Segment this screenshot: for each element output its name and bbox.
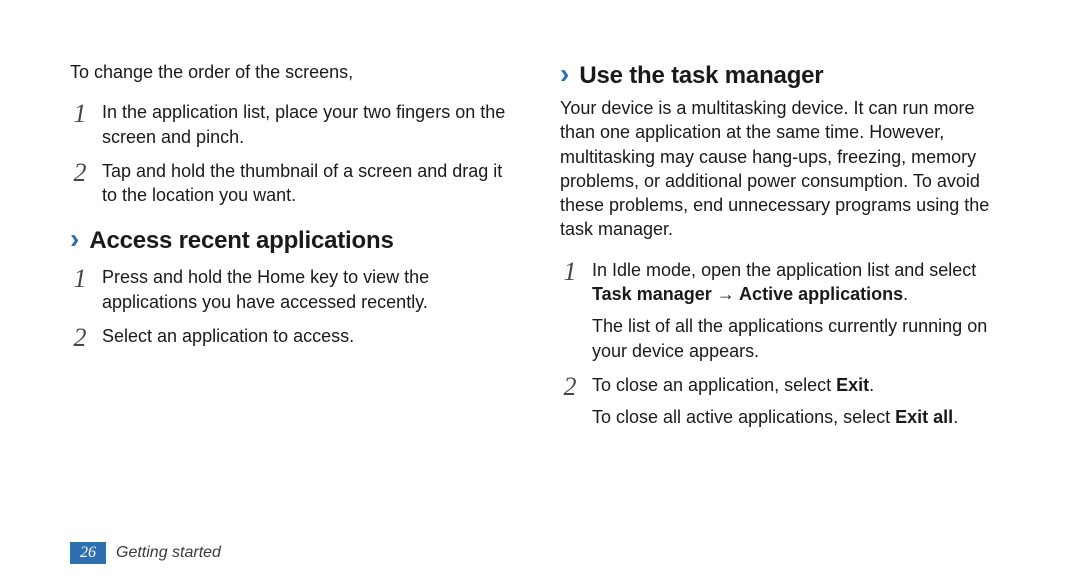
text-run: To close an application, select	[592, 375, 836, 395]
step-text: Press and hold the Home key to view the …	[102, 265, 520, 314]
step-text: Tap and hold the thumbnail of a screen a…	[102, 159, 520, 208]
step-item: Select an application to access.	[70, 324, 520, 353]
right-column: › Use the task manager Your device is a …	[560, 60, 1010, 440]
text-run: .	[903, 284, 908, 304]
text-run: .	[953, 407, 958, 427]
step-item: Tap and hold the thumbnail of a screen a…	[70, 159, 520, 208]
chevron-right-icon: ›	[560, 60, 569, 88]
section-heading-access-recent: › Access recent applications	[70, 225, 520, 255]
step-text: To close an application, select Exit. To…	[592, 373, 1010, 430]
step-item: To close an application, select Exit. To…	[560, 373, 1010, 430]
left-column: To change the order of the screens, In t…	[70, 60, 520, 440]
step-item: In Idle mode, open the application list …	[560, 258, 1010, 363]
access-recent-steps: Press and hold the Home key to view the …	[70, 265, 520, 352]
text-bold: Exit	[836, 375, 869, 395]
page-number: 26	[70, 542, 106, 564]
text-line: The list of all the applications current…	[592, 314, 1010, 363]
chevron-right-icon: ›	[70, 225, 79, 253]
heading-text: Use the task manager	[579, 62, 823, 90]
section-label: Getting started	[106, 542, 231, 564]
page-content: To change the order of the screens, In t…	[0, 0, 1080, 440]
step-item: In the application list, place your two …	[70, 100, 520, 149]
text-run: .	[869, 375, 874, 395]
task-manager-steps: In Idle mode, open the application list …	[560, 258, 1010, 430]
task-manager-intro: Your device is a multitasking device. It…	[560, 96, 1010, 242]
page-footer: 26 Getting started	[70, 542, 231, 564]
section-heading-task-manager: › Use the task manager	[560, 60, 1010, 90]
heading-text: Access recent applications	[89, 227, 393, 255]
step-item: Press and hold the Home key to view the …	[70, 265, 520, 314]
text-run: To close all active applications, select	[592, 407, 895, 427]
text-run: In Idle mode, open the application list …	[592, 260, 976, 280]
step-text: In the application list, place your two …	[102, 100, 520, 149]
step-text: In Idle mode, open the application list …	[592, 258, 1010, 363]
text-bold: Task manager → Active applications	[592, 284, 903, 304]
step-text: Select an application to access.	[102, 324, 520, 348]
reorder-steps: In the application list, place your two …	[70, 100, 520, 207]
intro-text: To change the order of the screens,	[70, 60, 520, 84]
text-bold: Exit all	[895, 407, 953, 427]
